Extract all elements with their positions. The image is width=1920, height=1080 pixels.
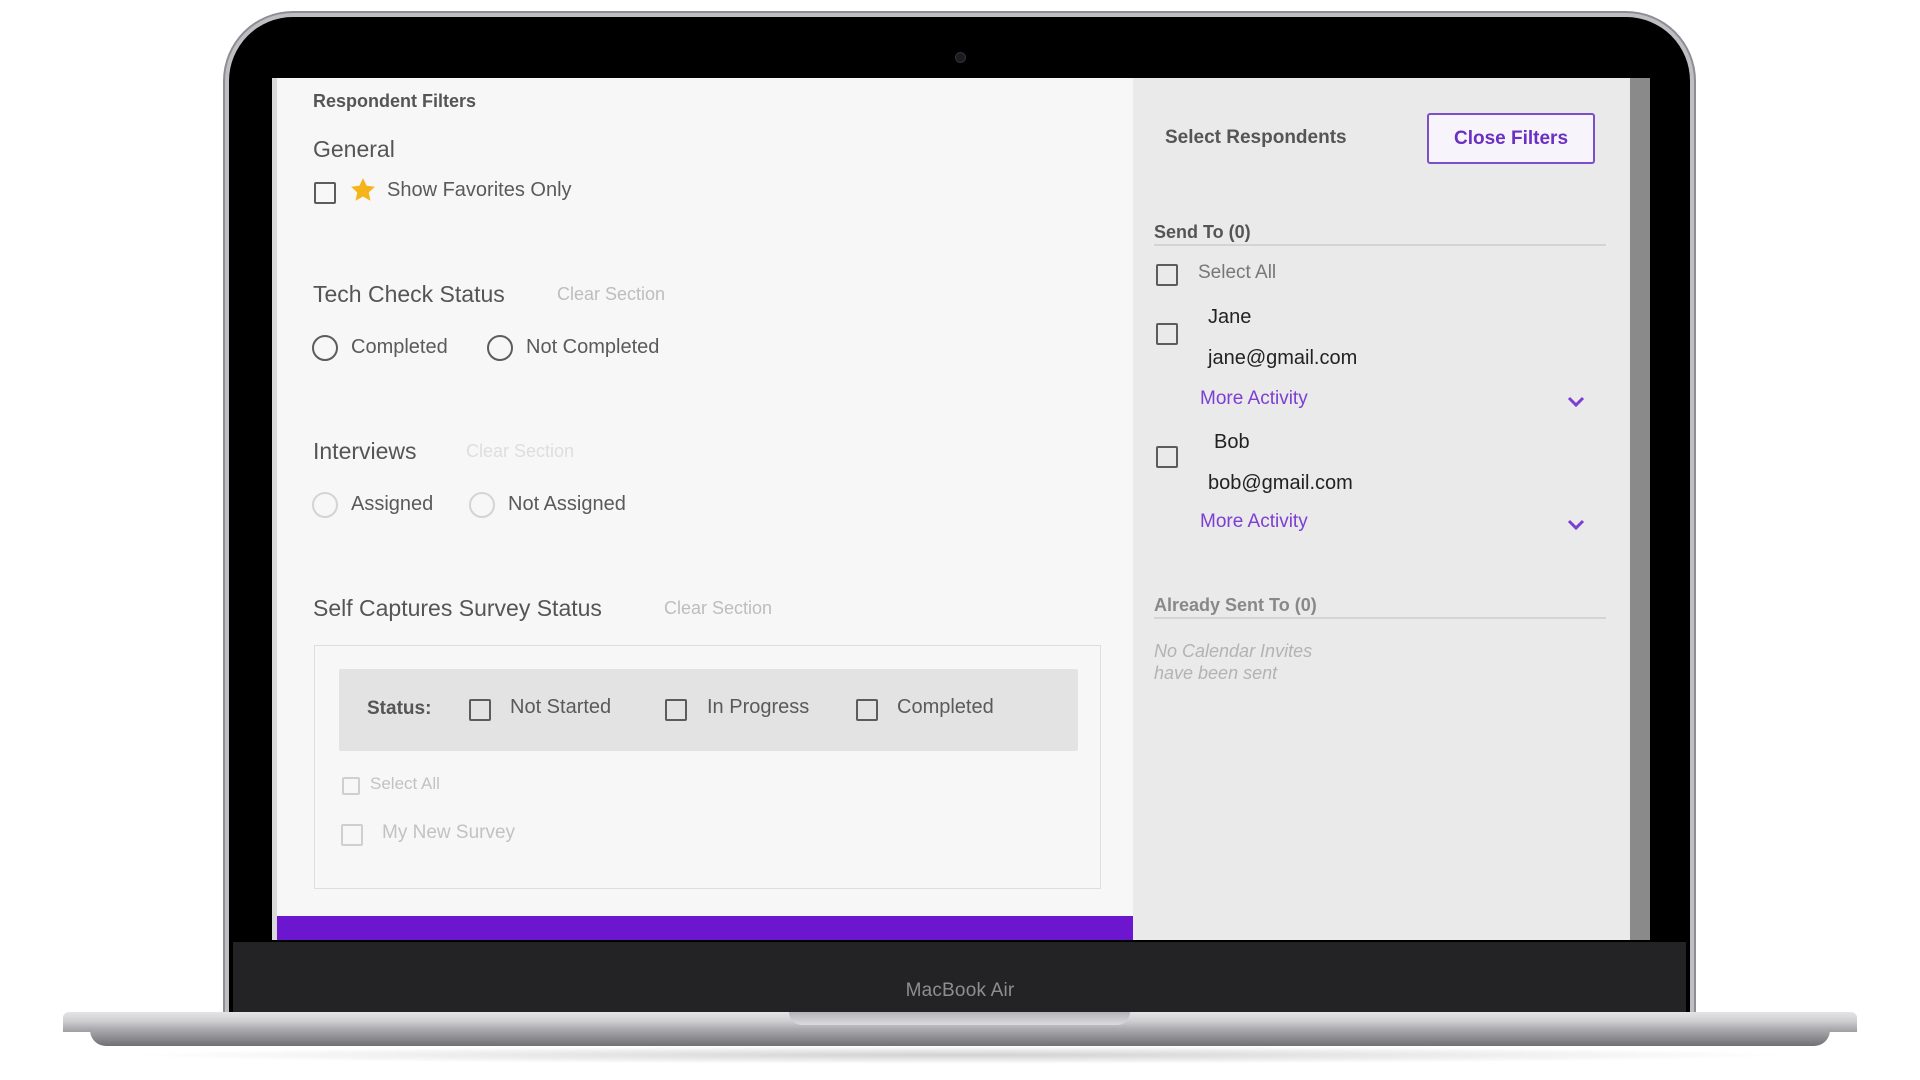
select-respondents-title: Select Respondents bbox=[1165, 127, 1347, 148]
respondents-panel bbox=[1133, 78, 1630, 940]
already-sent-empty-line1: No Calendar Invites bbox=[1154, 641, 1313, 661]
tech-check-title: Tech Check Status bbox=[313, 281, 505, 307]
send-select-all-label: Select All bbox=[1198, 262, 1277, 283]
interviews-not-assigned-label: Not Assigned bbox=[508, 493, 626, 515]
status-not-started-label: Not Started bbox=[510, 696, 612, 718]
status-completed-label: Completed bbox=[897, 696, 994, 718]
filters-panel: Respondent Filters General Show Favorite… bbox=[277, 78, 1133, 940]
already-sent-divider bbox=[1154, 617, 1606, 619]
general-section-title: General bbox=[313, 136, 395, 162]
chevron-down-icon[interactable] bbox=[1566, 396, 1586, 408]
status-in-progress-checkbox[interactable] bbox=[665, 699, 687, 721]
already-sent-title: Already Sent To (0) bbox=[1154, 595, 1317, 615]
camera-icon bbox=[955, 52, 966, 63]
laptop-notch bbox=[789, 1012, 1130, 1025]
app-screen: Respondent Filters General Show Favorite… bbox=[272, 78, 1650, 940]
star-icon bbox=[351, 178, 375, 201]
survey-select-all-checkbox[interactable] bbox=[342, 777, 360, 795]
laptop-base-bottom bbox=[90, 1030, 1830, 1046]
close-filters-button[interactable]: Close Filters bbox=[1427, 113, 1595, 164]
filters-title: Respondent Filters bbox=[313, 91, 477, 111]
send-to-divider bbox=[1154, 244, 1606, 246]
favorites-checkbox[interactable] bbox=[314, 182, 336, 204]
interviews-assigned-label: Assigned bbox=[351, 493, 434, 515]
laptop-shadow bbox=[120, 1046, 1800, 1064]
respondent-checkbox-jane[interactable] bbox=[1156, 323, 1178, 345]
already-sent-empty-line2: have been sent bbox=[1154, 663, 1278, 683]
chevron-down-icon[interactable] bbox=[1566, 519, 1586, 531]
self-capture-clear-link[interactable]: Clear Section bbox=[664, 598, 772, 619]
action-bar[interactable] bbox=[277, 916, 1133, 940]
send-to-title: Send To (0) bbox=[1154, 222, 1251, 242]
status-not-started-checkbox[interactable] bbox=[469, 699, 491, 721]
respondent-email-jane: jane@gmail.com bbox=[1208, 347, 1358, 369]
interviews-not-assigned-radio bbox=[469, 492, 495, 518]
survey-checkbox[interactable] bbox=[341, 824, 363, 846]
status-completed-checkbox[interactable] bbox=[856, 699, 878, 721]
respondent-checkbox-bob[interactable] bbox=[1156, 446, 1178, 468]
respondent-name-jane: Jane bbox=[1208, 306, 1252, 328]
tech-check-clear-link[interactable]: Clear Section bbox=[557, 284, 665, 305]
respondent-name-bob: Bob bbox=[1214, 431, 1250, 453]
tech-completed-radio[interactable] bbox=[312, 335, 338, 361]
more-activity-link-jane[interactable]: More Activity bbox=[1200, 388, 1308, 410]
scrollbar[interactable] bbox=[1630, 78, 1650, 940]
interviews-assigned-radio bbox=[312, 492, 338, 518]
status-in-progress-label: In Progress bbox=[707, 696, 810, 718]
survey-item-label: My New Survey bbox=[382, 822, 516, 843]
self-capture-title: Self Captures Survey Status bbox=[313, 595, 602, 621]
status-bar: Status: Not Started In Progress Complete… bbox=[339, 669, 1078, 751]
interviews-clear-link: Clear Section bbox=[466, 441, 575, 461]
tech-not-completed-label: Not Completed bbox=[526, 336, 660, 358]
brand-label: MacBook Air bbox=[905, 980, 1015, 1001]
favorites-label: Show Favorites Only bbox=[387, 179, 572, 201]
status-label: Status: bbox=[367, 698, 432, 719]
respondent-email-bob: bob@gmail.com bbox=[1208, 472, 1353, 494]
tech-completed-label: Completed bbox=[351, 336, 448, 358]
survey-select-all-label: Select All bbox=[370, 774, 440, 793]
survey-filter-box: Status: Not Started In Progress Complete… bbox=[314, 645, 1101, 889]
send-select-all-checkbox[interactable] bbox=[1156, 264, 1178, 286]
more-activity-link-bob[interactable]: More Activity bbox=[1200, 511, 1308, 533]
interviews-title: Interviews bbox=[313, 438, 417, 464]
tech-not-completed-radio[interactable] bbox=[487, 335, 513, 361]
